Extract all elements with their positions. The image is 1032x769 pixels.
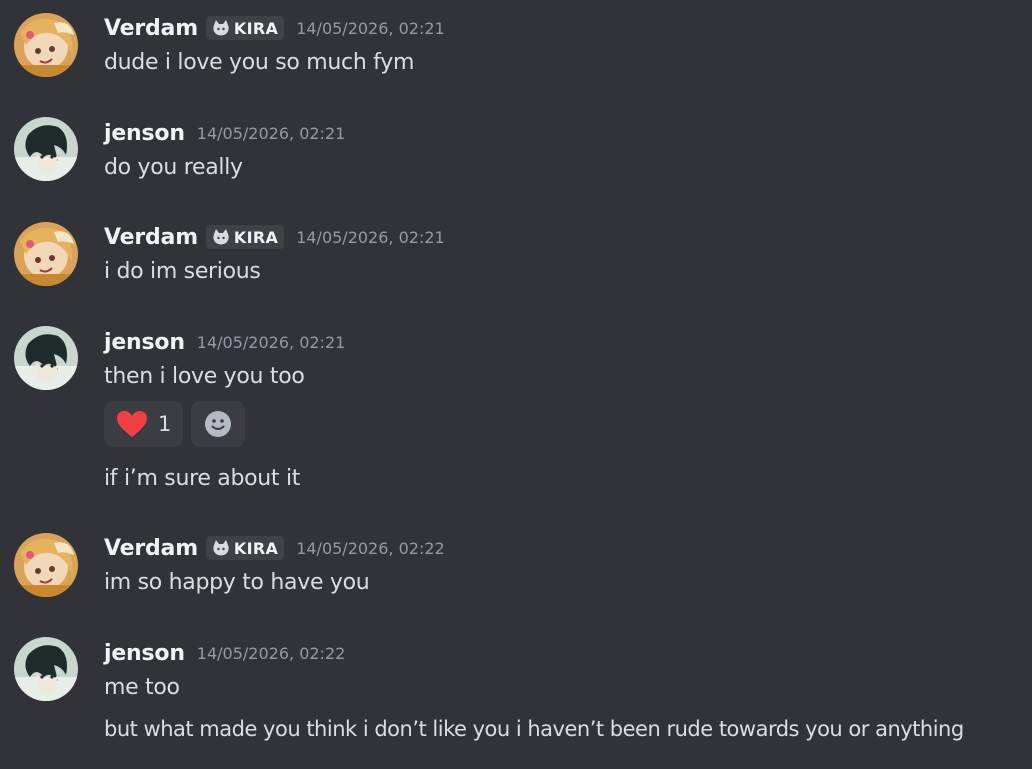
avatar[interactable] — [14, 13, 78, 77]
reaction-heart[interactable]: 1 — [104, 401, 184, 447]
guild-tag-label: KIRA — [233, 18, 279, 38]
chat-log: Verdam KIRA 14/05/2026, 02:21 dude i lov… — [0, 0, 1032, 769]
username[interactable]: jenson — [104, 121, 185, 146]
add-reaction-button[interactable] — [191, 401, 246, 447]
username[interactable]: Verdam — [104, 16, 198, 41]
cat-icon — [213, 229, 229, 245]
timestamp: 14/05/2026, 02:22 — [296, 538, 445, 558]
guild-tag-label: KIRA — [233, 227, 279, 247]
message-header: Verdam KIRA 14/05/2026, 02:22 — [104, 533, 445, 563]
username[interactable]: Verdam — [104, 536, 198, 561]
message-text: but what made you think i don’t like you… — [104, 717, 964, 741]
username[interactable]: jenson — [104, 330, 185, 355]
avatar[interactable] — [14, 222, 78, 286]
username[interactable]: Verdam — [104, 225, 198, 250]
message-header: jenson 14/05/2026, 02:21 — [104, 118, 345, 148]
message-text: im so happy to have you — [104, 570, 370, 595]
timestamp: 14/05/2026, 02:21 — [296, 227, 445, 247]
avatar[interactable] — [14, 533, 78, 597]
smiley-add-reaction-icon — [205, 411, 232, 437]
verdam-avatar-image — [14, 13, 78, 77]
guild-tag[interactable]: KIRA — [205, 536, 285, 560]
reaction-count: 1 — [158, 412, 172, 436]
avatar[interactable] — [14, 326, 78, 390]
message-header: jenson 14/05/2026, 02:22 — [104, 638, 345, 668]
jenson-avatar-image — [14, 637, 78, 701]
message-text: dude i love you so much fym — [104, 50, 415, 75]
jenson-avatar-image — [14, 326, 78, 390]
guild-tag[interactable]: KIRA — [205, 225, 285, 249]
timestamp: 14/05/2026, 02:21 — [196, 332, 346, 352]
cat-icon — [213, 20, 229, 36]
timestamp: 14/05/2026, 02:21 — [296, 18, 445, 38]
message-text: i do im serious — [104, 259, 261, 284]
avatar[interactable] — [14, 117, 78, 181]
guild-tag[interactable]: KIRA — [205, 16, 285, 40]
timestamp: 14/05/2026, 02:21 — [196, 123, 346, 143]
message-text: then i love you too — [104, 364, 305, 389]
jenson-avatar-image — [14, 117, 78, 181]
username[interactable]: jenson — [104, 641, 185, 666]
verdam-avatar-image — [14, 222, 78, 286]
guild-tag-label: KIRA — [233, 538, 279, 558]
message-header: Verdam KIRA 14/05/2026, 02:21 — [104, 222, 445, 252]
message-text: if i’m sure about it — [104, 466, 301, 491]
avatar[interactable] — [14, 637, 78, 701]
reactions-bar: 1 — [104, 401, 246, 447]
heart-icon — [117, 411, 147, 437]
timestamp: 14/05/2026, 02:22 — [196, 643, 346, 663]
verdam-avatar-image — [14, 533, 78, 597]
message-header: Verdam KIRA 14/05/2026, 02:21 — [104, 13, 445, 43]
message-text: me too — [104, 675, 180, 700]
message-text: do you really — [104, 155, 243, 180]
message-header: jenson 14/05/2026, 02:21 — [104, 327, 345, 357]
cat-icon — [213, 540, 229, 556]
